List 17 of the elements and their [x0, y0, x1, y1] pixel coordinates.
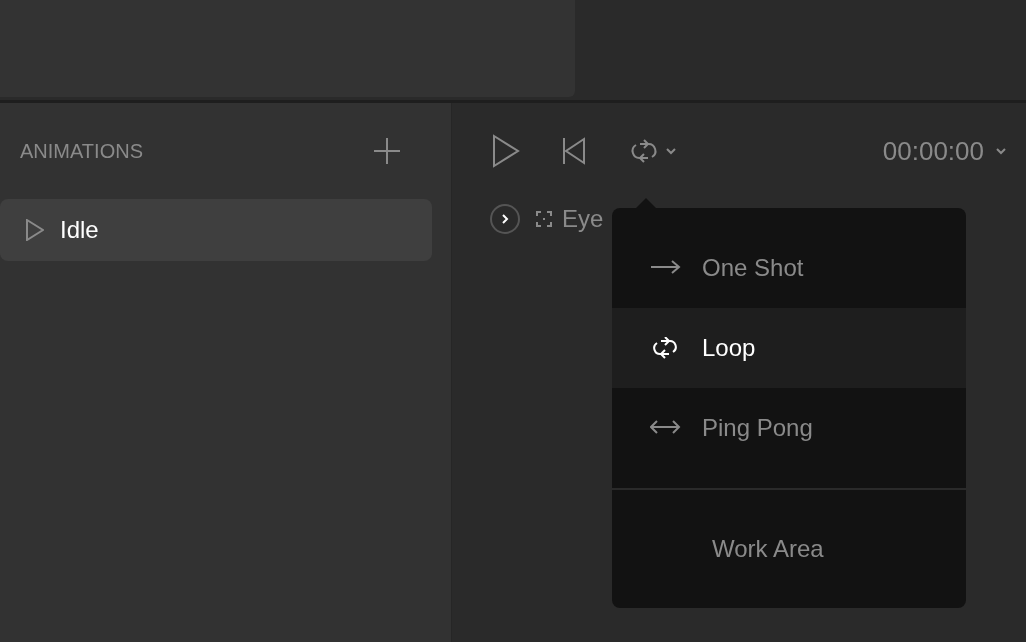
time-dropdown[interactable]: 00:00:00 — [882, 131, 1006, 171]
play-icon[interactable] — [492, 134, 520, 168]
animation-item[interactable]: Idle — [0, 199, 432, 261]
menu-item[interactable]: One Shot — [612, 228, 966, 308]
group-icon — [536, 211, 552, 227]
chevron-down-icon — [996, 147, 1006, 155]
chevron-down-icon — [666, 147, 676, 155]
menu-item[interactable]: Ping Pong — [612, 388, 966, 468]
skip-back-icon[interactable] — [562, 137, 586, 165]
panel-title: ANIMATIONS — [20, 139, 143, 164]
menu-item[interactable]: Work Area — [612, 490, 966, 608]
play-icon — [26, 219, 44, 241]
chevron-right-icon — [499, 213, 511, 225]
expand-button[interactable] — [490, 204, 520, 234]
layer-name: Eye — [562, 204, 604, 234]
menu-item[interactable]: Loop — [612, 308, 966, 388]
add-icon[interactable] — [373, 137, 401, 165]
